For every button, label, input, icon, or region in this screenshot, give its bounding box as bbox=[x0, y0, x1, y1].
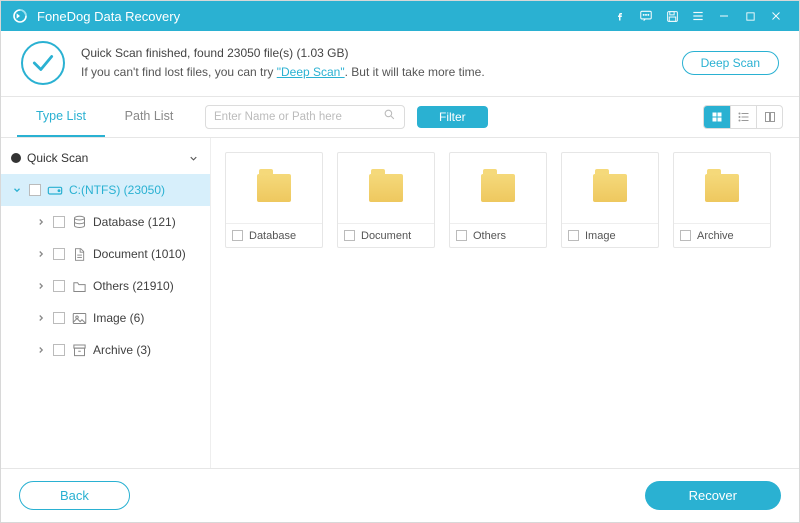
drive-checkbox[interactable] bbox=[29, 184, 41, 196]
scan-hint-text: If you can't find lost files, you can tr… bbox=[81, 63, 682, 82]
list-tabs: Type List Path List bbox=[17, 97, 193, 137]
maximize-button[interactable] bbox=[737, 1, 763, 31]
share-facebook-icon[interactable] bbox=[607, 1, 633, 31]
folder-card-database[interactable]: Database bbox=[225, 152, 323, 248]
tree-child-others[interactable]: Others (21910) bbox=[1, 270, 210, 302]
tree-checkbox[interactable] bbox=[53, 344, 65, 356]
folder-card-others[interactable]: Others bbox=[449, 152, 547, 248]
chevron-right-icon[interactable] bbox=[35, 345, 47, 355]
folder-label: Image bbox=[585, 230, 652, 242]
search-box[interactable] bbox=[205, 105, 405, 129]
toolbar: Type List Path List Filter bbox=[1, 97, 799, 137]
close-button[interactable] bbox=[763, 1, 789, 31]
bullet-icon bbox=[11, 153, 21, 163]
title-bar: FoneDog Data Recovery bbox=[1, 1, 799, 31]
deep-scan-button[interactable]: Deep Scan bbox=[682, 51, 779, 75]
status-banner: Quick Scan finished, found 23050 file(s)… bbox=[1, 31, 799, 90]
view-detail-button[interactable] bbox=[756, 106, 782, 128]
folder-card-document[interactable]: Document bbox=[337, 152, 435, 248]
sidebar-tree: Quick Scan C:(NTFS) (23050) Database (12… bbox=[1, 138, 211, 468]
folder-label: Archive bbox=[697, 230, 764, 242]
chevron-right-icon[interactable] bbox=[35, 281, 47, 291]
chevron-right-icon[interactable] bbox=[35, 313, 47, 323]
tree-quick-scan-label: Quick Scan bbox=[27, 151, 180, 165]
folder-icon bbox=[705, 174, 739, 202]
app-title: FoneDog Data Recovery bbox=[37, 9, 180, 24]
minimize-button[interactable] bbox=[711, 1, 737, 31]
filter-button[interactable]: Filter bbox=[417, 106, 488, 128]
folder-icon bbox=[593, 174, 627, 202]
database-icon bbox=[71, 214, 87, 230]
tree-item-label: Document (1010) bbox=[93, 247, 200, 261]
tree-checkbox[interactable] bbox=[53, 216, 65, 228]
tree-checkbox[interactable] bbox=[53, 280, 65, 292]
chevron-right-icon[interactable] bbox=[35, 217, 47, 227]
tree-drive[interactable]: C:(NTFS) (23050) bbox=[1, 174, 210, 206]
tree-item-label: Archive (3) bbox=[93, 343, 200, 357]
menu-icon[interactable] bbox=[685, 1, 711, 31]
tree-child-archive[interactable]: Archive (3) bbox=[1, 334, 210, 366]
folder-label: Others bbox=[473, 230, 540, 242]
archive-icon bbox=[71, 342, 87, 358]
search-icon[interactable] bbox=[383, 108, 396, 126]
tab-path-list[interactable]: Path List bbox=[105, 97, 193, 137]
folder-checkbox[interactable] bbox=[680, 230, 691, 241]
folder-checkbox[interactable] bbox=[456, 230, 467, 241]
view-list-button[interactable] bbox=[730, 106, 756, 128]
tree-child-database[interactable]: Database (121) bbox=[1, 206, 210, 238]
save-icon[interactable] bbox=[659, 1, 685, 31]
back-button[interactable]: Back bbox=[19, 481, 130, 510]
scan-result-text: Quick Scan finished, found 23050 file(s)… bbox=[81, 44, 682, 63]
folder-checkbox[interactable] bbox=[232, 230, 243, 241]
chevron-down-icon[interactable] bbox=[11, 185, 23, 195]
recover-button[interactable]: Recover bbox=[645, 481, 781, 510]
folder-checkbox[interactable] bbox=[568, 230, 579, 241]
drive-icon bbox=[47, 182, 63, 198]
folder-icon bbox=[369, 174, 403, 202]
tree-child-image[interactable]: Image (6) bbox=[1, 302, 210, 334]
tree-checkbox[interactable] bbox=[53, 312, 65, 324]
image-icon bbox=[71, 310, 87, 326]
folder-card-image[interactable]: Image bbox=[561, 152, 659, 248]
folder-icon bbox=[481, 174, 515, 202]
tree-child-document[interactable]: Document (1010) bbox=[1, 238, 210, 270]
scan-complete-icon bbox=[21, 41, 65, 85]
chevron-down-icon[interactable] bbox=[186, 153, 200, 164]
app-logo-icon bbox=[11, 7, 29, 25]
tree-item-label: Others (21910) bbox=[93, 279, 200, 293]
folder-icon bbox=[71, 278, 87, 294]
folder-label: Database bbox=[249, 230, 316, 242]
tree-item-label: Image (6) bbox=[93, 311, 200, 325]
footer: Back Recover bbox=[1, 468, 799, 522]
chevron-right-icon[interactable] bbox=[35, 249, 47, 259]
view-switch bbox=[703, 105, 783, 129]
document-icon bbox=[71, 246, 87, 262]
view-grid-button[interactable] bbox=[704, 106, 730, 128]
tree-item-label: Database (121) bbox=[93, 215, 200, 229]
tree-checkbox[interactable] bbox=[53, 248, 65, 260]
folder-card-archive[interactable]: Archive bbox=[673, 152, 771, 248]
folder-label: Document bbox=[361, 230, 428, 242]
deep-scan-link[interactable]: "Deep Scan" bbox=[277, 65, 345, 79]
folder-icon bbox=[257, 174, 291, 202]
tree-quick-scan[interactable]: Quick Scan bbox=[1, 142, 210, 174]
tab-type-list[interactable]: Type List bbox=[17, 97, 105, 137]
folder-checkbox[interactable] bbox=[344, 230, 355, 241]
folder-grid: Database Document Others Image Archive bbox=[211, 138, 799, 468]
feedback-icon[interactable] bbox=[633, 1, 659, 31]
tree-drive-label: C:(NTFS) (23050) bbox=[69, 183, 200, 197]
search-input[interactable] bbox=[214, 111, 383, 123]
